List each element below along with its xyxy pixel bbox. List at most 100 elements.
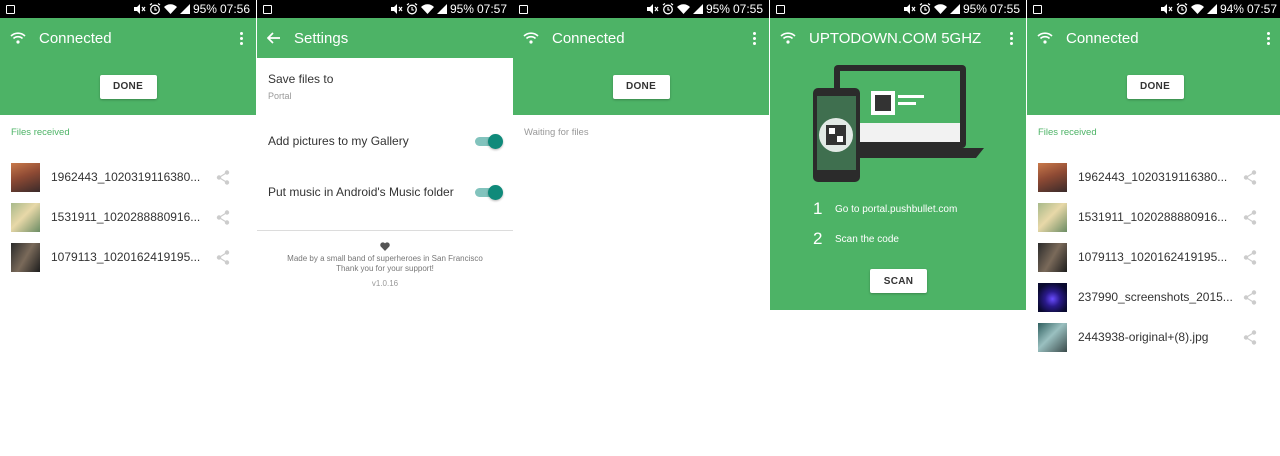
share-icon[interactable]: [1243, 329, 1257, 345]
gallery-setting[interactable]: Add pictures to my Gallery: [257, 114, 513, 168]
list-item[interactable]: 2443938-original+(8).jpg: [1027, 317, 1280, 357]
save-files-value: Portal: [268, 90, 292, 101]
more-vert-icon[interactable]: [1006, 31, 1016, 45]
phone-laptop-qr-illustration: [813, 65, 984, 182]
file-name: 2443938-original+(8).jpg: [1078, 330, 1209, 344]
share-icon[interactable]: [1243, 289, 1257, 305]
battery-percent: 95%: [449, 2, 474, 16]
notification-square-icon: [1033, 4, 1042, 14]
alarm-icon: [919, 3, 931, 15]
clock: 07:57: [476, 2, 507, 16]
share-icon[interactable]: [1243, 249, 1257, 265]
app-bar-title: UPTODOWN.COM 5GHZ: [809, 29, 982, 47]
done-button[interactable]: DONE: [612, 74, 670, 99]
action-area: DONE: [1027, 58, 1280, 115]
clock: 07:55: [989, 2, 1020, 16]
music-setting[interactable]: Put music in Android's Music folder: [257, 168, 513, 216]
share-icon[interactable]: [216, 209, 230, 225]
wifi-icon: [780, 32, 796, 44]
wifi-signal-icon: [420, 4, 434, 14]
file-thumbnail: [1038, 162, 1067, 192]
mute-icon: [646, 4, 659, 14]
battery-percent: 94%: [1219, 2, 1244, 16]
file-thumbnail: [1038, 242, 1067, 272]
done-button[interactable]: DONE: [1126, 74, 1184, 99]
files-received-label: Files received: [1038, 127, 1097, 138]
version-text: v1.0.16: [371, 279, 399, 288]
list-item[interactable]: 1079113_1020162419195...: [1027, 237, 1280, 277]
save-files-setting[interactable]: Save files to Portal: [257, 58, 513, 114]
step-number: 1: [813, 199, 823, 218]
back-arrow-icon[interactable]: [267, 32, 281, 44]
wifi-signal-icon: [1190, 4, 1204, 14]
list-item[interactable]: 1079113_1020162419195...: [0, 237, 256, 277]
gallery-toggle[interactable]: [475, 134, 503, 149]
list-item[interactable]: 237990_screenshots_2015...: [1027, 277, 1280, 317]
more-vert-icon[interactable]: [749, 31, 759, 45]
step-number: 2: [813, 229, 823, 248]
done-button[interactable]: DONE: [99, 74, 157, 99]
list-item[interactable]: 1962443_1020319116380...: [1027, 157, 1280, 197]
wifi-signal-icon: [676, 4, 690, 14]
action-area: DONE: [513, 58, 769, 115]
waiting-status: Waiting for files: [524, 127, 589, 138]
list-item[interactable]: 1531911_1020288880916...: [1027, 197, 1280, 237]
status-bar: 95% 07:56: [0, 0, 256, 18]
mute-icon: [903, 4, 916, 14]
save-files-label: Save files to: [268, 71, 334, 86]
clock: 07:55: [732, 2, 763, 16]
footer-line-1: Made by a small band of superheroes in S…: [287, 254, 483, 263]
cell-signal-icon: [179, 4, 190, 14]
share-icon[interactable]: [1243, 209, 1257, 225]
list-item[interactable]: 1531911_1020288880916...: [0, 197, 256, 237]
status-bar: 95% 07:55: [513, 0, 769, 18]
clock: 07:57: [1246, 2, 1277, 16]
app-bar-title: Connected: [552, 29, 625, 47]
wifi-icon: [1037, 32, 1053, 44]
app-bar-title: Connected: [39, 29, 112, 47]
music-toggle[interactable]: [475, 185, 503, 200]
more-vert-icon[interactable]: [236, 31, 246, 45]
action-area: DONE: [0, 58, 256, 115]
step-text: Go to portal.pushbullet.com: [835, 203, 958, 215]
share-icon[interactable]: [216, 249, 230, 265]
status-bar: 94% 07:57: [1027, 0, 1280, 18]
file-thumbnail: [11, 162, 40, 192]
alarm-icon: [406, 3, 418, 15]
wifi-signal-icon: [933, 4, 947, 14]
more-vert-icon[interactable]: [1263, 31, 1273, 45]
mute-icon: [1160, 4, 1173, 14]
screen-connected-files: 95% 07:56 Connected DONE Files received …: [0, 0, 256, 456]
footer-line-2: Thank you for your support!: [336, 264, 434, 273]
step-text: Scan the code: [835, 233, 899, 245]
app-bar: Connected: [0, 18, 256, 58]
mute-icon: [133, 4, 146, 14]
app-bar-title: Connected: [1066, 29, 1139, 47]
scan-button[interactable]: SCAN: [870, 269, 927, 293]
file-name: 1962443_1020319116380...: [51, 170, 201, 184]
file-name: 1531911_1020288880916...: [1078, 210, 1228, 224]
file-list: 1962443_1020319116380... 1531911_1020288…: [1027, 138, 1280, 357]
notification-square-icon: [263, 4, 272, 14]
battery-percent: 95%: [962, 2, 987, 16]
list-item[interactable]: 1962443_1020319116380...: [0, 157, 256, 197]
cell-signal-icon: [692, 4, 703, 14]
share-icon[interactable]: [1243, 169, 1257, 185]
files-received-label: Files received: [11, 127, 70, 138]
alarm-icon: [662, 3, 674, 15]
file-thumbnail: [11, 202, 40, 232]
file-name: 237990_screenshots_2015...: [1078, 290, 1233, 304]
file-thumbnail: [11, 242, 40, 272]
battery-percent: 95%: [192, 2, 217, 16]
notification-square-icon: [519, 4, 528, 14]
cell-signal-icon: [1206, 4, 1217, 14]
share-icon[interactable]: [216, 169, 230, 185]
app-bar: Settings: [257, 18, 513, 58]
alarm-icon: [149, 3, 161, 15]
file-name: 1962443_1020319116380...: [1078, 170, 1228, 184]
app-bar: UPTODOWN.COM 5GHZ: [770, 18, 1026, 58]
pair-panel: 1 Go to portal.pushbullet.com 2 Scan the…: [770, 58, 1026, 310]
battery-percent: 95%: [705, 2, 730, 16]
mute-icon: [390, 4, 403, 14]
clock: 07:56: [219, 2, 250, 16]
